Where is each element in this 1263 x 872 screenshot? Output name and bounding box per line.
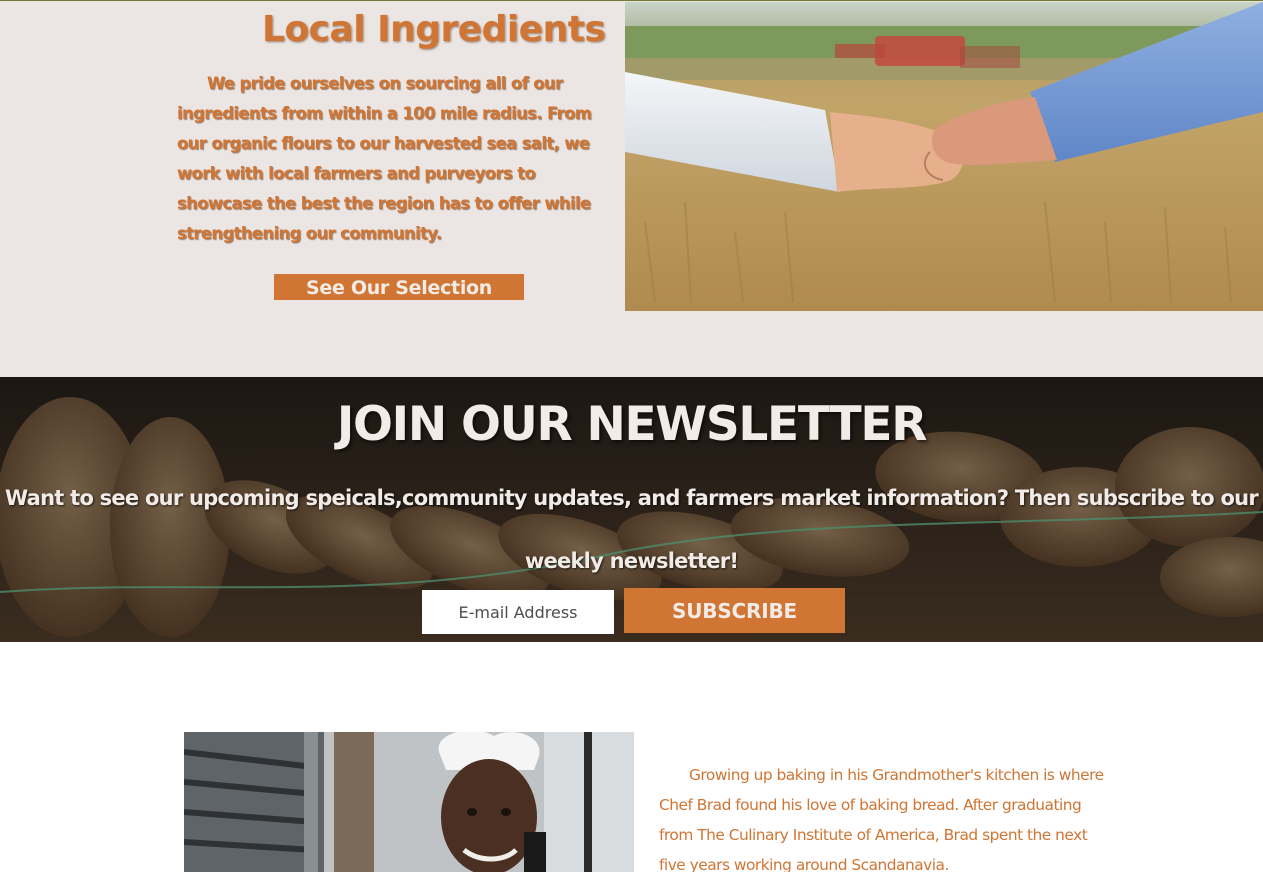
handshake-photo bbox=[625, 2, 1263, 311]
local-ingredients-section: Local Ingredients We pride ourselves on … bbox=[0, 0, 1263, 377]
subscribe-button[interactable]: SUBSCRIBE bbox=[624, 588, 845, 633]
see-our-selection-button[interactable]: See Our Selection bbox=[274, 274, 524, 300]
chef-photo bbox=[184, 732, 634, 872]
chef-bio: Growing up baking in his Grandmother's k… bbox=[659, 766, 1104, 872]
chef-portrait-image bbox=[184, 732, 634, 872]
newsletter-heading: JOIN OUR NEWSLETTER bbox=[336, 397, 928, 452]
local-ingredients-heading: Local Ingredients bbox=[262, 9, 606, 50]
email-address-input[interactable] bbox=[422, 590, 614, 634]
local-ingredients-description: We pride ourselves on sourcing all of ou… bbox=[177, 74, 592, 243]
newsletter-description: Want to see our upcoming speicals,commun… bbox=[5, 486, 1259, 573]
handshake-image bbox=[625, 2, 1263, 311]
newsletter-section: JOIN OUR NEWSLETTER Want to see our upco… bbox=[0, 377, 1263, 642]
